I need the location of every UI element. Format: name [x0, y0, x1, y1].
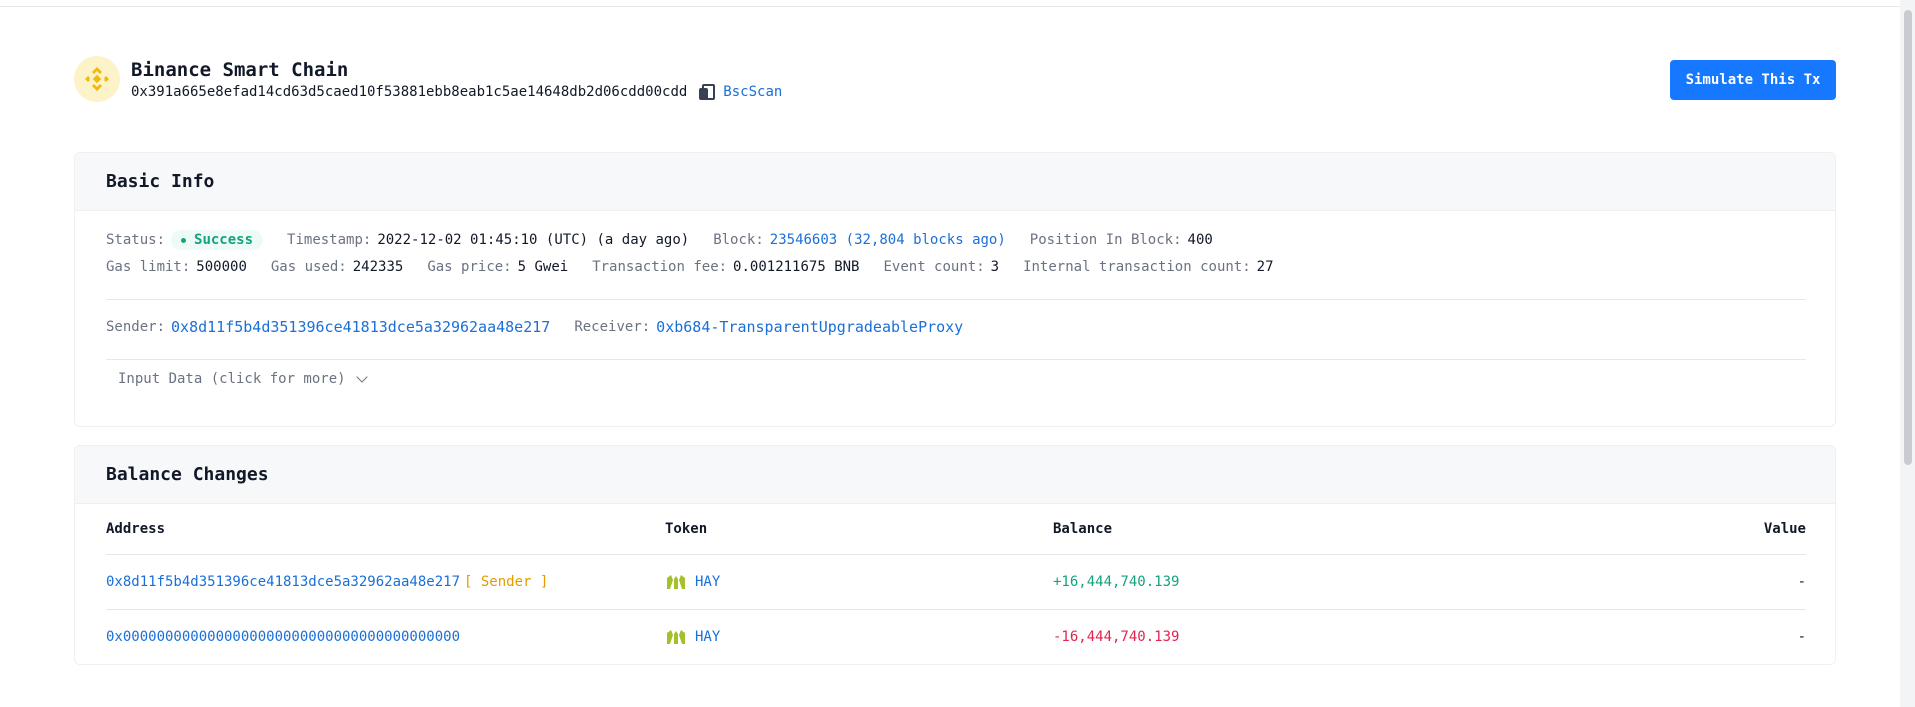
event-count-value: 3: [990, 259, 1000, 275]
input-data-label: Input Data (click for more): [118, 371, 346, 387]
col-header-balance: Balance: [1053, 521, 1113, 537]
sender-address-link[interactable]: 0x8d11f5b4d351396ce41813dce5a32962aa48e2…: [171, 318, 550, 336]
balance-changes-title: Balance Changes: [75, 446, 1835, 504]
top-border: [0, 6, 1900, 7]
token-link[interactable]: HAY: [695, 629, 720, 645]
table-divider: [106, 554, 1806, 555]
chevron-down-icon: [355, 371, 368, 383]
gas-used-value: 242335: [352, 259, 404, 275]
token-link[interactable]: HAY: [695, 574, 720, 590]
tx-header: Binance Smart Chain 0x391a665e8efad14cd6…: [74, 56, 1836, 108]
input-data-toggle[interactable]: Input Data (click for more): [118, 371, 368, 387]
col-header-address: Address: [106, 521, 166, 537]
row-address-link[interactable]: 0x8d11f5b4d351396ce41813dce5a32962aa48e2…: [106, 574, 460, 590]
status-dot-icon: [181, 237, 187, 243]
timestamp-label: Timestamp:: [287, 232, 372, 248]
table-row-address: 0x8d11f5b4d351396ce41813dce5a32962aa48e2…: [106, 574, 548, 590]
basic-info-card: Basic Info Status: Success Timestamp: 20…: [74, 152, 1836, 427]
hay-token-icon: [667, 575, 685, 589]
receiver-label: Receiver:: [574, 319, 651, 335]
internal-count-value: 27: [1256, 259, 1274, 275]
gas-limit-label: Gas limit:: [106, 259, 191, 275]
basic-info-title: Basic Info: [75, 153, 1835, 211]
status-badge: Success: [171, 230, 264, 250]
gas-limit-value: 500000: [196, 259, 247, 275]
position-value: 400: [1187, 232, 1213, 248]
status-value: Success: [194, 232, 254, 248]
fee-label: Transaction fee:: [592, 259, 728, 275]
bnb-logo-icon: [74, 56, 120, 102]
chain-name: Binance Smart Chain: [131, 59, 349, 81]
simulate-tx-button[interactable]: Simulate This Tx: [1670, 60, 1836, 100]
col-header-token: Token: [665, 521, 708, 537]
timestamp-value: 2022-12-02 01:45:10 (UTC) (a day ago): [377, 232, 690, 248]
sender-label: Sender:: [106, 319, 166, 335]
receiver-address-link[interactable]: 0xb684-TransparentUpgradeableProxy: [656, 318, 963, 336]
scrollbar[interactable]: [1900, 0, 1915, 707]
row-address-link[interactable]: 0x00000000000000000000000000000000000000…: [106, 629, 460, 645]
fee-value: 0.001211675 BNB: [733, 259, 860, 275]
sender-receiver-row: Sender: 0x8d11f5b4d351396ce41813dce5a329…: [106, 318, 963, 336]
tx-hash: 0x391a665e8efad14cd63d5caed10f53881ebb8e…: [131, 84, 688, 100]
block-link[interactable]: 23546603 (32,804 blocks ago): [770, 232, 1006, 248]
tx-hash-line: 0x391a665e8efad14cd63d5caed10f53881ebb8e…: [131, 84, 782, 100]
col-header-value: Value: [1763, 521, 1806, 537]
info-divider-1: [106, 299, 1806, 300]
balance-changes-card: Balance Changes Address Token Balance Va…: [74, 445, 1836, 665]
hay-token-icon: [667, 630, 685, 644]
row-value: -: [1797, 574, 1806, 590]
row-balance: +16,444,740.139: [1053, 574, 1180, 590]
table-row-token: HAY: [665, 574, 720, 590]
row-balance: -16,444,740.139: [1053, 629, 1180, 645]
table-divider: [106, 609, 1806, 610]
table-row-token: HAY: [665, 629, 720, 645]
status-label: Status:: [106, 232, 166, 248]
position-label: Position In Block:: [1029, 232, 1182, 248]
bscscan-link[interactable]: BscScan: [723, 84, 782, 100]
info-row-1: Status: Success Timestamp: 2022-12-02 01…: [106, 230, 1213, 250]
info-divider-2: [106, 359, 1806, 360]
scrollbar-thumb[interactable]: [1904, 10, 1912, 465]
copy-icon[interactable]: [699, 84, 716, 100]
info-row-2: Gas limit: 500000 Gas used: 242335 Gas p…: [106, 259, 1274, 275]
event-count-label: Event count:: [883, 259, 985, 275]
row-value: -: [1797, 629, 1806, 645]
block-label: Block:: [713, 232, 764, 248]
gas-price-label: Gas price:: [427, 259, 512, 275]
gas-used-label: Gas used:: [270, 259, 347, 275]
internal-count-label: Internal transaction count:: [1023, 259, 1251, 275]
table-row-address: 0x00000000000000000000000000000000000000…: [106, 629, 464, 645]
gas-price-value: 5 Gwei: [517, 259, 569, 275]
sender-tag: [ Sender ]: [464, 574, 549, 590]
